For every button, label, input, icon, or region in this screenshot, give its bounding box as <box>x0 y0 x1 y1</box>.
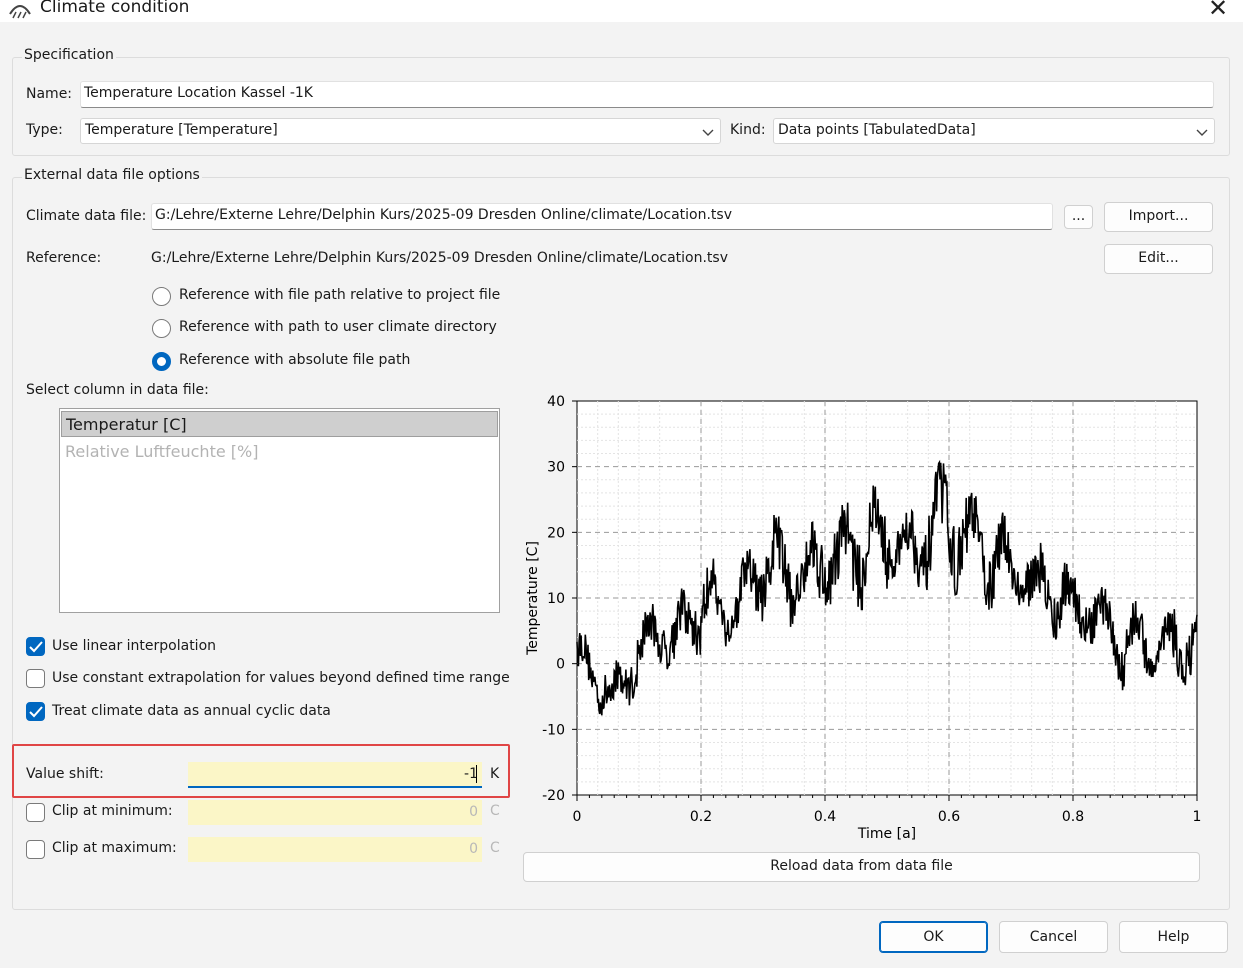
specification-title: Specification <box>22 47 116 63</box>
column-item-temperature[interactable]: Temperatur [C] <box>61 411 498 437</box>
kind-select[interactable]: Data points [TabulatedData] <box>773 118 1215 144</box>
reference-label: Reference: <box>26 250 102 266</box>
radio-absolute-path-label: Reference with absolute file path <box>179 352 411 368</box>
y-axis-label: Temperature [C] <box>525 541 541 656</box>
type-label: Type: <box>26 122 63 138</box>
radio-relative-project-label: Reference with file path relative to pro… <box>179 287 501 303</box>
clip-min-checkbox[interactable] <box>26 803 45 822</box>
clip-max-unit: C <box>490 840 500 856</box>
help-button[interactable]: Help <box>1119 921 1228 953</box>
constant-extrapolation-checkbox[interactable] <box>26 669 45 688</box>
temperature-chart: 0 0.2 0.4 0.6 0.8 1 -20 -10 0 10 20 30 40 Time [a] T… <box>525 394 1202 842</box>
type-select-value: Temperature [Temperature] <box>85 122 278 138</box>
clip-max-input[interactable]: 0 <box>188 837 482 862</box>
clip-max-label: Clip at maximum: <box>52 840 177 856</box>
y-tick-label: -20 <box>542 788 565 804</box>
annual-cyclic-checkbox[interactable] <box>26 702 45 721</box>
ok-button[interactable]: OK <box>879 921 988 953</box>
kind-select-value: Data points [TabulatedData] <box>778 122 976 138</box>
x-tick-label: 0.8 <box>1062 809 1084 825</box>
name-input[interactable]: Temperature Location Kassel -1K <box>80 81 1214 108</box>
radio-user-climate-dir[interactable] <box>152 319 171 338</box>
y-tick-label: 10 <box>547 591 565 607</box>
browse-button[interactable]: ... <box>1064 205 1093 229</box>
value-shift-unit: K <box>490 766 500 782</box>
annual-cyclic-label: Treat climate data as annual cyclic data <box>52 703 331 719</box>
climate-file-label: Climate data file: <box>26 208 147 224</box>
y-tick-label: 40 <box>547 394 565 410</box>
y-tick-label: -10 <box>542 722 565 738</box>
reload-button[interactable]: Reload data from data file <box>523 852 1200 882</box>
external-title: External data file options <box>22 167 202 183</box>
radio-relative-project[interactable] <box>152 287 171 306</box>
window-title: Climate condition <box>40 0 190 17</box>
y-tick-label: 30 <box>547 460 565 476</box>
name-label: Name: <box>26 86 73 102</box>
x-axis-label: Time [a] <box>857 826 916 842</box>
climate-file-input[interactable]: G:/Lehre/Externe Lehre/Delphin Kurs/2025… <box>151 203 1053 230</box>
x-tick-label: 1 <box>1193 809 1202 825</box>
column-listbox[interactable]: Temperatur [C] Relative Luftfeuchte [%] <box>59 408 500 613</box>
type-select[interactable]: Temperature [Temperature] <box>80 118 721 144</box>
linear-interpolation-checkbox[interactable] <box>26 637 45 656</box>
value-shift-input[interactable]: -1 <box>188 762 482 788</box>
radio-user-climate-dir-label: Reference with path to user climate dire… <box>179 319 497 335</box>
constant-extrapolation-label: Use constant extrapolation for values be… <box>52 670 510 686</box>
kind-label: Kind: <box>730 122 766 138</box>
column-item-humidity[interactable]: Relative Luftfeuchte [%] <box>61 439 498 465</box>
linear-interpolation-label: Use linear interpolation <box>52 638 217 654</box>
text-cursor <box>476 765 477 783</box>
y-tick-label: 20 <box>547 525 565 541</box>
cancel-button[interactable]: Cancel <box>999 921 1108 953</box>
clip-min-unit: C <box>490 803 500 819</box>
clip-min-input[interactable]: 0 <box>188 800 482 825</box>
select-column-label: Select column in data file: <box>26 382 209 398</box>
x-tick-label: 0.4 <box>814 809 836 825</box>
value-shift-label: Value shift: <box>26 766 104 782</box>
x-tick-label: 0 <box>573 809 582 825</box>
clip-max-checkbox[interactable] <box>26 840 45 859</box>
edit-button[interactable]: Edit... <box>1104 244 1213 274</box>
x-tick-label: 0.6 <box>938 809 960 825</box>
climate-app-icon <box>8 0 32 24</box>
import-button[interactable]: Import... <box>1104 202 1213 232</box>
chevron-down-icon <box>1196 125 1208 141</box>
reference-value: G:/Lehre/Externe Lehre/Delphin Kurs/2025… <box>151 250 729 266</box>
close-icon[interactable]: ✕ <box>1208 0 1228 22</box>
clip-min-label: Clip at minimum: <box>52 803 173 819</box>
y-tick-label: 0 <box>556 657 565 673</box>
chevron-down-icon <box>702 125 714 141</box>
radio-absolute-path[interactable] <box>152 352 171 371</box>
x-tick-label: 0.2 <box>690 809 712 825</box>
